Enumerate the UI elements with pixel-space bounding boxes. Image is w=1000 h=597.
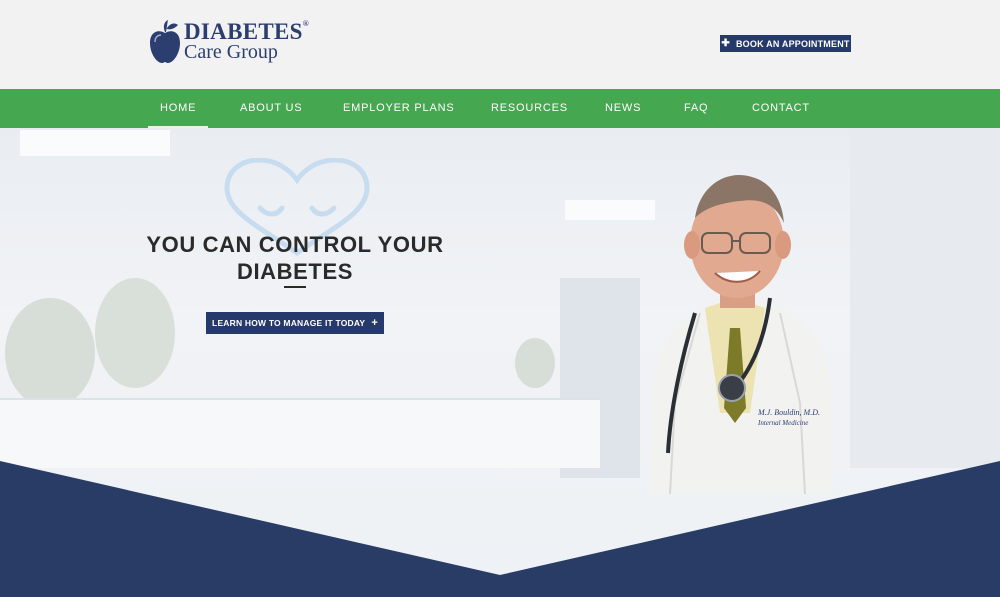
nav-item-news[interactable]: NEWS [605,89,641,128]
hero-title: YOU CAN CONTROL YOUR DIABETES [146,232,444,284]
book-appointment-label: BOOK AN APPOINTMENT [735,38,850,49]
main-nav: HOME ABOUT US EMPLOYER PLANS RESOURCES N… [0,89,1000,128]
title-underline [284,286,306,288]
nav-item-employer-plans[interactable]: EMPLOYER PLANS [343,89,454,128]
learn-how-label: LEARN HOW TO MANAGE IT TODAY [212,318,366,328]
plus-icon: + [371,317,378,329]
registered-mark: ® [302,19,310,28]
doctor-photo: M.J. Bouldin, M.D. Internal Medicine [650,174,832,494]
coat-title-text: Internal Medicine [757,419,808,427]
nav-item-contact[interactable]: CONTACT [752,89,810,128]
logo-wordmark: DIABETES® [184,19,310,44]
nav-item-about-us[interactable]: ABOUT US [240,89,302,128]
site-header: DIABETES® Care Group ✚ BOOK AN APPOINTME… [0,0,1000,89]
nav-item-home[interactable]: HOME [147,89,209,128]
hero-section: YOU CAN CONTROL YOUR DIABETES LEARN HOW … [0,128,1000,597]
logo-subtitle: Care Group [184,41,278,63]
plus-icon: ✚ [721,38,730,49]
coat-name-text: M.J. Bouldin, M.D. [757,408,820,417]
nav-item-faq[interactable]: FAQ [684,89,708,128]
hero-bottom-band [0,461,1000,597]
book-appointment-button[interactable]: ✚ BOOK AN APPOINTMENT [720,35,851,52]
nav-item-resources[interactable]: RESOURCES [491,89,568,128]
site-logo[interactable]: DIABETES® Care Group [148,20,318,70]
apple-logo-icon [150,20,180,63]
learn-how-button[interactable]: LEARN HOW TO MANAGE IT TODAY + [206,312,384,334]
